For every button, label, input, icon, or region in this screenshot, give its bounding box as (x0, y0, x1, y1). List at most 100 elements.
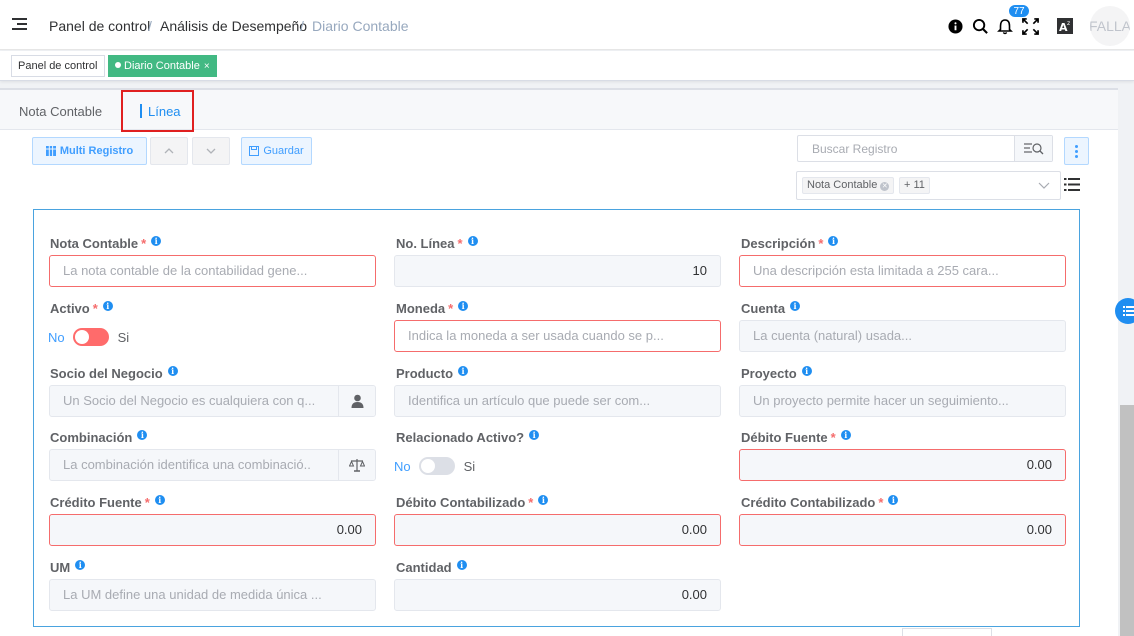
breadcrumb-item-current: Diario Contable (312, 18, 409, 34)
toggle-switch[interactable] (418, 457, 455, 475)
save-icon (249, 146, 260, 156)
avatar[interactable]: FALLA (1090, 6, 1130, 46)
toggle-switch[interactable] (72, 328, 109, 346)
top-navbar: Panel de control / Análisis de Desempeño… (0, 0, 1134, 50)
field-label-producto: Producto i (396, 366, 469, 381)
descripcion-field[interactable]: Una descripción esta limitada a 255 cara… (739, 255, 1066, 287)
next-record-button[interactable] (192, 137, 230, 165)
field-label-descripcion: Descripción * i (741, 236, 839, 251)
fullscreen-icon[interactable] (1022, 16, 1039, 36)
field-label-cantidad: Cantidad i (396, 560, 467, 575)
close-icon[interactable]: × (204, 61, 210, 72)
socio-negocio-field[interactable]: Un Socio del Negocio es cualquiera con q… (49, 385, 376, 417)
line-form-card: Nota Contable * i La nota contable de la c… (33, 209, 1080, 627)
cuenta-field[interactable]: La cuenta (natural) usada... (739, 320, 1066, 352)
breadcrumb-item-dashboard[interactable]: Panel de control (49, 18, 150, 34)
save-label: Guardar (263, 145, 304, 157)
user-icon (351, 394, 363, 408)
um-field[interactable]: La UM define una unidad de medida única … (49, 579, 376, 611)
cantidad-field[interactable]: 0.00 (394, 579, 721, 611)
remove-chip-icon[interactable]: ✕ (880, 182, 890, 191)
multi-record-button[interactable]: Multi Registro (32, 137, 147, 165)
debito-contabilizado-field[interactable]: 0.00 (394, 514, 721, 546)
tab-nota-contable[interactable]: Nota Contable (19, 104, 102, 119)
info-icon: i (458, 301, 469, 311)
switch-on-label: Si (117, 329, 130, 345)
field-label-credito-contabilizado: Crédito Contabilizado * i (741, 495, 899, 510)
breadcrumb-item-performance[interactable]: Análisis de Desempeño (160, 18, 307, 34)
side-panel-button[interactable] (1115, 298, 1134, 324)
tags-view-bar: Panel de control Diario Contable × (0, 51, 1134, 81)
moneda-field[interactable]: Indica la moneda a ser usada cuando se p… (394, 320, 721, 352)
switch-on-label: Si (463, 458, 476, 474)
info-icon: i (102, 301, 113, 311)
font-size-icon[interactable]: Az (1057, 16, 1073, 36)
multi-record-label: Multi Registro (59, 145, 134, 157)
chevron-down-icon[interactable] (1038, 182, 1050, 189)
scrollbar-thumb[interactable] (1120, 405, 1134, 636)
search-icon[interactable] (972, 16, 989, 36)
chevron-down-icon (206, 148, 216, 154)
tag-diario-contable[interactable]: Diario Contable × (108, 55, 217, 77)
switch-off-label: No (394, 458, 411, 474)
main-panel: Nota Contable Línea Multi Registro Guard… (0, 88, 1118, 636)
field-label-combinacion: Combinación i (50, 430, 148, 445)
more-options-button[interactable] (1064, 137, 1089, 165)
field-label-cuenta: Cuenta i (741, 301, 801, 316)
previous-record-button[interactable] (150, 137, 188, 165)
column-chip[interactable]: Nota Contable ✕ (802, 177, 895, 194)
chevron-up-icon (164, 148, 174, 154)
search-input[interactable]: Buscar Registro (797, 135, 1053, 162)
activo-switch[interactable]: No Si (48, 328, 129, 346)
credito-fuente-field[interactable]: 0.00 (49, 514, 376, 546)
pagination-size-select[interactable] (902, 628, 992, 636)
tag-label: Panel de control (18, 60, 98, 72)
relacionado-switch[interactable]: No Si (394, 457, 475, 475)
info-icon: i (458, 366, 469, 376)
tag-dashboard[interactable]: Panel de control (11, 55, 105, 77)
switch-off-label: No (48, 329, 65, 345)
info-icon[interactable] (948, 16, 963, 36)
account-combination-button[interactable] (338, 450, 375, 480)
combinacion-field[interactable]: La combinación identifica una combinació… (49, 449, 376, 481)
info-icon: i (151, 236, 162, 246)
field-label-socio: Socio del Negocio i (50, 366, 178, 381)
column-selector[interactable]: Nota Contable ✕ + 11 (796, 171, 1061, 200)
field-label-um: UM i (50, 560, 86, 575)
breadcrumb-separator: / (300, 18, 304, 34)
info-icon: i (801, 366, 812, 376)
info-icon: i (167, 366, 178, 376)
socio-placeholder: Un Socio del Negocio es cualquiera con q… (63, 393, 316, 408)
field-label-relacionado: Relacionado Activo? i (396, 430, 540, 445)
balance-scale-icon (349, 459, 365, 472)
info-icon: i (456, 560, 467, 570)
list-icon (1122, 306, 1134, 316)
info-icon: i (888, 495, 899, 505)
info-icon: i (75, 560, 86, 570)
search-placeholder: Buscar Registro (812, 142, 898, 156)
producto-field[interactable]: Identifica un artículo que puede ser com… (394, 385, 721, 417)
list-settings-icon[interactable] (1064, 178, 1080, 191)
debito-fuente-field[interactable]: 0.00 (739, 449, 1066, 481)
tab-highlight-box (121, 90, 194, 132)
bell-icon[interactable] (997, 16, 1013, 36)
info-icon: i (840, 430, 851, 440)
app-root: Panel de control / Análisis de Desempeño… (0, 0, 1134, 636)
field-label-no-linea: No. Línea * i (396, 236, 478, 251)
no-linea-field[interactable]: 10 (394, 255, 721, 287)
user-search-button[interactable] (338, 386, 375, 416)
info-icon: i (529, 430, 540, 440)
column-more-chip: + 11 (899, 177, 930, 194)
credito-contabilizado-field[interactable]: 0.00 (739, 514, 1066, 546)
search-button[interactable] (1014, 136, 1052, 161)
save-button[interactable]: Guardar (241, 137, 312, 165)
nota-contable-field[interactable]: La nota contable de la contabilidad gene… (49, 255, 376, 287)
proyecto-field[interactable]: Un proyecto permite hacer un seguimiento… (739, 385, 1066, 417)
hamburger-icon[interactable] (12, 18, 27, 31)
active-dot-icon (115, 62, 121, 68)
tag-label: Diario Contable (124, 60, 200, 72)
field-label-debito-contabilizado: Débito Contabilizado * i (396, 495, 549, 510)
field-label-credito-fuente: Crédito Fuente * i (50, 495, 165, 510)
grid-icon (45, 146, 56, 156)
field-label-activo: Activo * i (50, 301, 113, 316)
